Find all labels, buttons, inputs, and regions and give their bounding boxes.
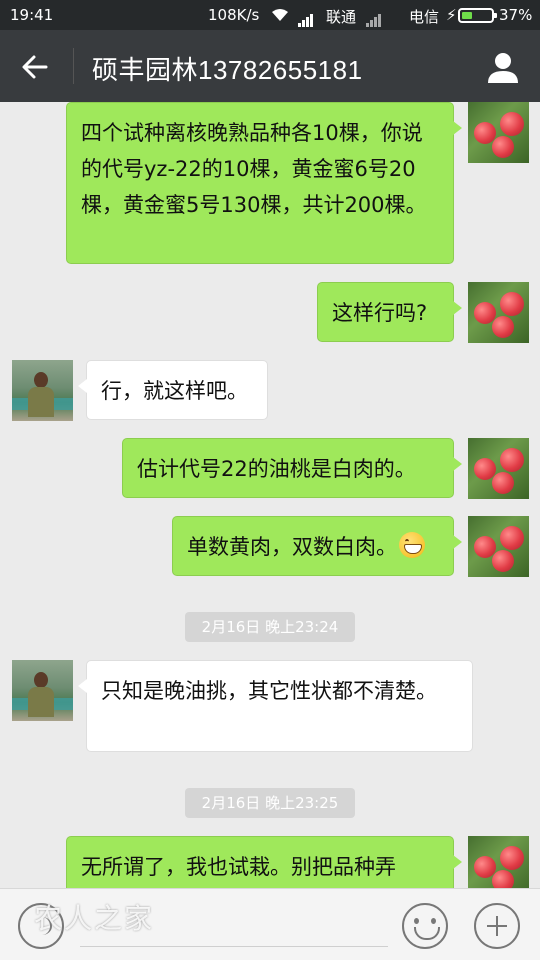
chat-area[interactable]: 四个试种离核晚熟品种各10棵，你说的代号yz-22的10棵，黄金蜜6号20棵，黄… (0, 102, 540, 888)
chat-header: 硕丰园林13782655181 (0, 30, 540, 102)
plus-icon[interactable] (474, 903, 520, 949)
battery-icon (458, 8, 497, 23)
divider (73, 48, 74, 84)
back-button[interactable] (18, 50, 52, 84)
message-bubble-sent[interactable]: 四个试种离核晚熟品种各10棵，你说的代号yz-22的10棵，黄金蜜6号20棵，黄… (66, 102, 462, 264)
chat-title: 硕丰园林13782655181 (92, 55, 363, 85)
signal-icon (298, 9, 314, 27)
arrow-left-icon (22, 55, 48, 79)
contact-avatar[interactable] (12, 360, 73, 421)
person-icon (488, 53, 518, 83)
message-bubble-received[interactable]: 只知是晚油挑，其它性状都不清楚。 (78, 660, 473, 752)
message-bubble-sent[interactable]: 这样行吗? (317, 282, 462, 342)
carrier-name: 电信 (409, 8, 440, 26)
carrier-name: 联通 (326, 8, 357, 26)
message-timestamp: 2月16日 晚上23:25 (185, 788, 355, 818)
status-bar: 19:41 108K/s 联通 电信 ⚡ 37% (0, 0, 540, 30)
charging-icon: ⚡ (446, 6, 457, 24)
contact-avatar[interactable] (12, 660, 73, 721)
network-speed: 108K/s (208, 6, 260, 24)
signal-icon (366, 9, 382, 27)
message-bubble-sent[interactable]: 单数黄肉，双数白肉。 (172, 516, 462, 576)
my-avatar[interactable] (468, 282, 529, 343)
message-text: 单数黄肉，双数白肉。 (187, 535, 397, 559)
grinning-face-icon (399, 532, 425, 558)
battery-percent: 37% (499, 6, 533, 24)
my-avatar[interactable] (468, 516, 529, 577)
wifi-icon (270, 8, 290, 22)
watermark-logo: 农人之家 (34, 902, 155, 935)
smiley-icon[interactable] (402, 903, 448, 949)
my-avatar[interactable] (468, 102, 529, 163)
my-avatar[interactable] (468, 438, 529, 499)
message-timestamp: 2月16日 晚上23:24 (185, 612, 355, 642)
my-avatar[interactable] (468, 836, 529, 888)
input-bar: 农人之家 (0, 888, 540, 960)
message-bubble-sent[interactable]: 估计代号22的油桃是白肉的。 (122, 438, 462, 498)
message-bubble-received[interactable]: 行，就这样吧。 (78, 360, 268, 420)
message-bubble-sent[interactable]: 无所谓了，我也试栽。别把品种弄 (66, 836, 462, 888)
status-time: 19:41 (10, 6, 54, 24)
profile-button[interactable] (486, 50, 520, 84)
